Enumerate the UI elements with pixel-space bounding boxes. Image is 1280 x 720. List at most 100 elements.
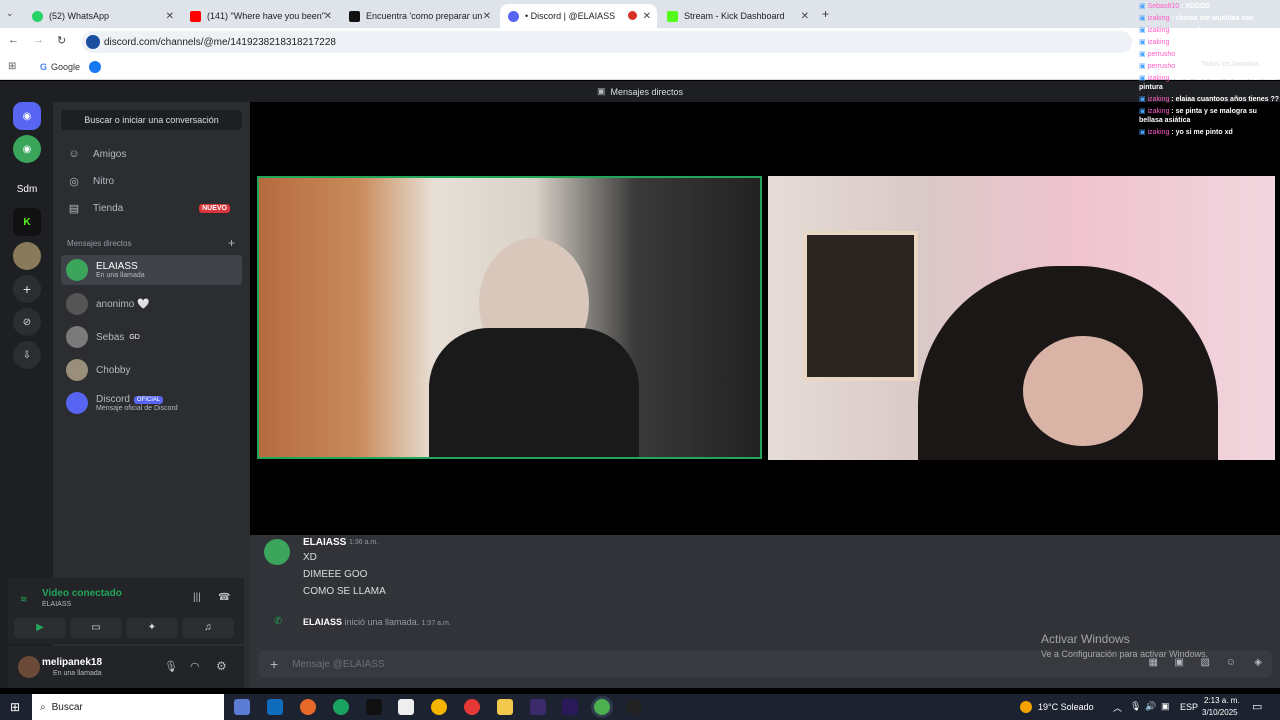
camera-button[interactable]: ▶ xyxy=(14,618,66,638)
microphone-tray-icon[interactable]: 🎙 xyxy=(1130,701,1141,712)
message-author[interactable]: ELAIASS xyxy=(303,537,346,548)
dm-item-anonimo[interactable]: anonimo 🤍 xyxy=(61,289,242,319)
edge-icon[interactable] xyxy=(333,699,349,715)
dm-item-chobby[interactable]: Chobby xyxy=(61,355,242,385)
reload-icon[interactable]: ↻ xyxy=(57,34,66,47)
video-tile-elaiass[interactable] xyxy=(257,176,762,459)
settings-icon[interactable]: ⚙ xyxy=(216,659,227,673)
close-icon[interactable]: ✕ xyxy=(483,11,491,22)
dm-item-sebas[interactable]: Sebas GD xyxy=(61,322,242,352)
download-icon[interactable]: ⇩ xyxy=(13,341,41,369)
tab-discord[interactable]: • Discord | @ELAIASS ✕ xyxy=(500,4,657,28)
noise-suppression-icon[interactable]: ||| xyxy=(193,592,201,603)
calculator-icon[interactable] xyxy=(398,699,414,715)
headphones-icon[interactable]: ◠ xyxy=(190,660,200,673)
apps-launcher-icon[interactable]: ◈ xyxy=(1254,657,1262,668)
participant-body xyxy=(429,328,639,457)
soundboard-button[interactable]: ♫ xyxy=(182,618,234,638)
taskbar-search[interactable]: ⌕ Buscar xyxy=(32,694,224,720)
tray-chevron-icon[interactable]: ︿ xyxy=(1113,701,1122,714)
picture-frame xyxy=(803,231,918,381)
youtube-icon xyxy=(190,10,201,22)
clock-date[interactable]: 3/10/2025 xyxy=(1202,708,1238,717)
notifications-icon[interactable]: ▭ xyxy=(1252,700,1262,713)
back-icon[interactable]: ← xyxy=(8,34,19,46)
discover-icon[interactable]: ⊘ xyxy=(13,308,41,336)
chat-text: : xyxy=(1181,51,1184,58)
site-info-icon[interactable] xyxy=(86,35,100,49)
call-text: inició una llamada. xyxy=(344,617,420,627)
taskview-icon[interactable] xyxy=(234,699,250,715)
facebook-icon[interactable] xyxy=(89,61,101,73)
emoji-icon[interactable]: ☺ xyxy=(1226,657,1236,668)
message-timestamp: 1:36 a.m. xyxy=(349,539,379,546)
dm-name: Sebas xyxy=(96,331,125,343)
dm-item-discord[interactable]: Discord OFICIAL Mensaje oficial de Discor… xyxy=(61,388,242,418)
close-icon[interactable]: ✕ xyxy=(166,11,174,22)
volume-icon[interactable]: 🔊 xyxy=(1145,701,1156,712)
chat-username: izaking xyxy=(1147,75,1170,82)
bookmark-google[interactable]: G Google xyxy=(40,62,80,72)
media-icon[interactable] xyxy=(464,699,480,715)
add-server-button[interactable]: + xyxy=(13,275,41,303)
close-icon[interactable]: ✕ xyxy=(643,11,651,22)
dm-item-elaiass[interactable]: ELAIASS En una llamada xyxy=(61,255,242,285)
attach-plus-icon[interactable]: + xyxy=(270,656,278,672)
nav-friends[interactable]: ☺ Amigos xyxy=(61,141,242,167)
tab-kick[interactable]: Stream - Kick Dashboard ✕ xyxy=(659,4,815,28)
avatar[interactable] xyxy=(18,656,40,678)
server-elaiass[interactable]: ◉ xyxy=(13,135,41,163)
browser-icon[interactable] xyxy=(431,699,447,715)
chat-platform-icon: ▣ xyxy=(1139,27,1148,34)
search-conversation-button[interactable]: Buscar o iniciar una conversación xyxy=(61,110,242,130)
tab-youtube[interactable]: (141) "Where have you been" ✕ xyxy=(182,4,338,28)
windows-start-icon[interactable]: ⊞ xyxy=(10,700,20,714)
whatsapp-icon xyxy=(32,10,43,22)
forward-icon[interactable]: → xyxy=(33,34,44,46)
discord-icon xyxy=(508,10,519,22)
close-icon[interactable]: ✕ xyxy=(324,11,332,22)
chat-platform-icon: ▣ xyxy=(1139,129,1148,136)
nav-nitro[interactable]: ◎ Nitro xyxy=(61,168,242,194)
tab-tiktok[interactable]: Encuentra 'como preparar un ✕ xyxy=(341,4,497,28)
video-tile-melipanek18[interactable] xyxy=(768,176,1275,460)
nav-label: Nitro xyxy=(93,175,115,187)
activation-watermark: Activar Windows Ve a Configuración para … xyxy=(1041,632,1208,659)
tab-search-icon[interactable]: ⌄ xyxy=(6,8,14,19)
close-icon[interactable]: ✕ xyxy=(801,11,809,22)
call-author[interactable]: ELAIASS xyxy=(303,617,342,627)
screen-share-button[interactable]: ▭ xyxy=(70,618,122,638)
clock-time[interactable]: 2:13 a. m. xyxy=(1204,696,1240,705)
stream-chat-message: ▣ perrusho : : xyxy=(1139,50,1280,59)
apps-icon[interactable]: ⊞ xyxy=(8,61,16,72)
chrome-icon[interactable] xyxy=(594,699,610,715)
home-button[interactable]: ◉ xyxy=(13,102,41,130)
chat-platform-icon: ▣ xyxy=(1139,39,1148,46)
microphone-icon[interactable]: 🎙 xyxy=(164,660,178,673)
nav-shop[interactable]: ▤ Tienda NUEVO xyxy=(61,195,242,221)
message-placeholder: Mensaje @ELAIASS xyxy=(292,658,385,670)
server-label: Sdm xyxy=(16,183,38,195)
obs-icon[interactable] xyxy=(626,699,642,715)
message-avatar[interactable] xyxy=(264,539,290,565)
new-tab-button[interactable]: + xyxy=(822,7,829,21)
message-line: XD xyxy=(303,552,317,563)
tiktok-icon[interactable] xyxy=(366,699,382,715)
address-bar[interactable]: discord.com/channels/@me/141923821831821… xyxy=(82,31,1132,53)
language-indicator[interactable]: ESP xyxy=(1180,702,1198,712)
disconnect-icon[interactable]: ☎ xyxy=(218,592,230,603)
app-icon[interactable] xyxy=(300,699,316,715)
tab-whatsapp[interactable]: (52) WhatsApp ✕ xyxy=(24,4,180,28)
server-avatar[interactable] xyxy=(13,242,41,270)
network-icon[interactable]: ▣ xyxy=(1161,701,1170,712)
file-explorer-icon[interactable] xyxy=(497,699,513,715)
server-sdm[interactable]: Sdm xyxy=(13,175,41,203)
activity-button[interactable]: ✦ xyxy=(126,618,178,638)
weather-icon xyxy=(1020,701,1032,713)
create-dm-button[interactable]: + xyxy=(228,236,235,250)
server-kick[interactable]: K xyxy=(13,208,41,236)
premiere-icon[interactable] xyxy=(562,699,578,715)
weather-text[interactable]: 19°C Soleado xyxy=(1038,702,1094,712)
outlook-icon[interactable] xyxy=(267,699,283,715)
after-effects-icon[interactable] xyxy=(530,699,546,715)
